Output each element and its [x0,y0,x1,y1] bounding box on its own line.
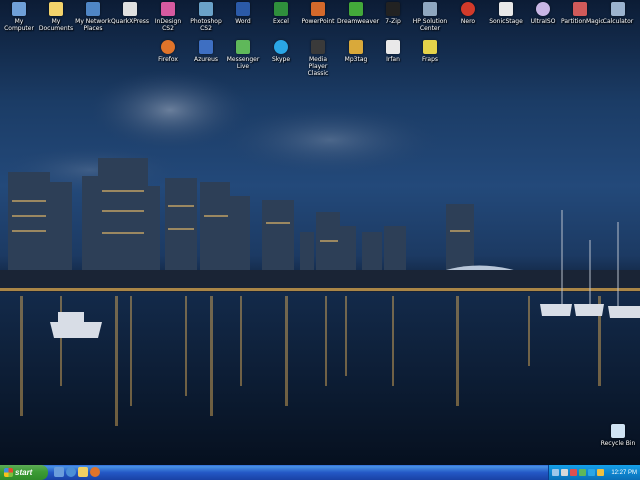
clock[interactable]: 12:27 PM [611,470,637,476]
calculator-icon [611,2,625,16]
icon-label: Firefox [158,56,178,63]
volume-icon[interactable] [561,469,568,476]
icon-label: Dreamweaver [337,18,380,25]
icon-label: Recycle Bin [600,440,636,447]
fraps-desktop-icon[interactable]: Fraps [411,40,449,63]
calculator-desktop-icon[interactable]: Calculator [599,2,637,25]
icon-label: Irfan [386,56,400,63]
security-icon[interactable] [570,469,577,476]
indesign-icon [161,2,175,16]
icon-label: Fraps [421,56,439,63]
firefox-icon[interactable] [90,467,100,477]
partitionmagic-icon [573,2,587,16]
icon-label: InDesign CS2 [154,18,182,32]
icon-label: Word [235,18,251,25]
7-zip-desktop-icon[interactable]: 7-Zip [374,2,412,25]
quick-launch-bar [54,467,100,477]
photoshop-icon [199,2,213,16]
icon-label: Photoshop CS2 [190,18,222,32]
my-documents-desktop-icon[interactable]: My Documents [37,2,75,32]
icon-label: Media Player Classic [307,56,329,77]
icon-label: Excel [273,18,289,25]
icon-label: UltraISO [530,18,556,25]
system-tray: 12:27 PM [548,465,640,480]
folder-icon[interactable] [78,467,88,477]
taskbar: start 12:27 PM [0,465,640,480]
dreamweaver-icon [349,2,363,16]
start-label: start [15,468,33,477]
hp-icon [423,2,437,16]
network-tray-icon[interactable] [552,469,559,476]
messenger-tray-icon[interactable] [579,469,586,476]
mp3tag-desktop-icon[interactable]: Mp3tag [337,40,375,63]
word-icon [236,2,250,16]
quark-icon [123,2,137,16]
azureus-desktop-icon[interactable]: Azureus [187,40,225,63]
recycle-bin-desktop-icon[interactable]: Recycle Bin [599,424,637,447]
icon-label: PartitionMagic [561,18,604,25]
media-player-classic-desktop-icon[interactable]: Media Player Classic [299,40,337,77]
icon-label: My Computer [4,18,34,32]
nero-desktop-icon[interactable]: Nero [449,2,487,25]
skype-icon [274,40,288,54]
firefox-desktop-icon[interactable]: Firefox [149,40,187,63]
computer-icon [12,2,26,16]
indesign-desktop-icon[interactable]: InDesign CS2 [149,2,187,32]
icon-label: PowerPoint [301,18,335,25]
quarkxpress-desktop-icon[interactable]: QuarkXPress [111,2,149,25]
powerpoint-icon [311,2,325,16]
network-icon [86,2,100,16]
icon-label: Calculator [602,18,634,25]
icon-label: My Network Places [75,18,111,32]
messenger-icon [236,40,250,54]
icon-label: Azureus [193,56,218,63]
icon-label: My Documents [38,18,74,32]
ultraiso-desktop-icon[interactable]: UltraISO [524,2,562,25]
icon-label: Messenger Live [226,56,260,70]
icon-label: 7-Zip [385,18,401,25]
nero-icon [461,2,475,16]
skype-desktop-icon[interactable]: Skype [262,40,300,63]
media-player-icon [311,40,325,54]
hp-solution-center-desktop-icon[interactable]: HP Solution Center [411,2,449,32]
icon-label: HP Solution Center [412,18,448,32]
desktop[interactable]: My Computer My Documents My Network Plac… [0,0,640,465]
azureus-icon [199,40,213,54]
start-button[interactable]: start [0,465,48,480]
icon-label: SonicStage [489,18,523,25]
ultraiso-icon [536,2,550,16]
excel-desktop-icon[interactable]: Excel [262,2,300,25]
internet-explorer-icon[interactable] [66,467,76,477]
recycle-bin-icon [611,424,625,438]
fraps-icon [423,40,437,54]
skype-tray-icon[interactable] [588,469,595,476]
my-network-places-desktop-icon[interactable]: My Network Places [74,2,112,32]
word-desktop-icon[interactable]: Word [224,2,262,25]
icon-label: QuarkXPress [111,18,150,25]
irfanview-icon [386,40,400,54]
icon-label: Nero [460,18,476,25]
sonicstage-desktop-icon[interactable]: SonicStage [487,2,525,25]
antivirus-icon[interactable] [597,469,604,476]
icon-label: Mp3tag [344,56,368,63]
firefox-icon [161,40,175,54]
dreamweaver-desktop-icon[interactable]: Dreamweaver [337,2,380,25]
sonicstage-icon [499,2,513,16]
icon-label: Skype [271,56,291,63]
folder-icon [49,2,63,16]
partitionmagic-desktop-icon[interactable]: PartitionMagic [561,2,604,25]
mp3tag-icon [349,40,363,54]
irfanview-desktop-icon[interactable]: Irfan [374,40,412,63]
photoshop-desktop-icon[interactable]: Photoshop CS2 [187,2,225,32]
zip-icon [386,2,400,16]
show-desktop-icon[interactable] [54,467,64,477]
excel-icon [274,2,288,16]
my-computer-desktop-icon[interactable]: My Computer [0,2,38,32]
windows-logo-icon [4,468,13,477]
powerpoint-desktop-icon[interactable]: PowerPoint [299,2,337,25]
messenger-live-desktop-icon[interactable]: Messenger Live [224,40,262,70]
